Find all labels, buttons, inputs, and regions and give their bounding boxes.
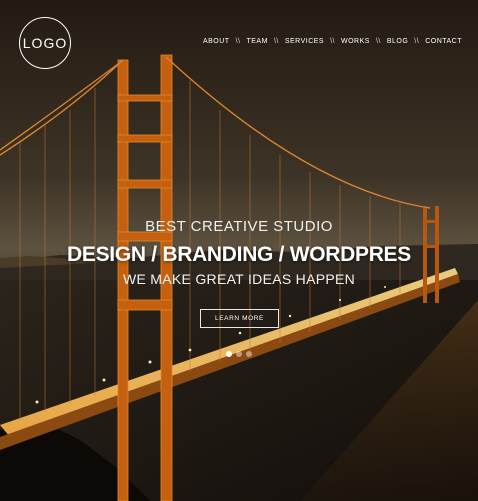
slider-dot-1[interactable] — [226, 351, 232, 357]
nav-separator: \\ — [375, 38, 381, 45]
slider-dot-3[interactable] — [246, 351, 252, 357]
nav-separator: \\ — [330, 38, 335, 45]
nav-item-contact[interactable]: CONTACT — [425, 38, 462, 45]
hero-text: BEST CREATIVE STUDIO DESIGN / BRANDING /… — [0, 218, 478, 287]
nav-item-services[interactable]: SERVICES — [285, 38, 324, 45]
nav-item-team[interactable]: TEAM — [246, 38, 267, 45]
main-menu: ABOUT \\ TEAM \\ SERVICES \\ WORKS \\ BL… — [203, 38, 462, 45]
hero-headline: DESIGN / BRANDING / WORDPRES — [67, 243, 411, 266]
logo-text: LOGO — [22, 35, 68, 51]
slider-dot-2[interactable] — [236, 351, 242, 357]
learn-more-button[interactable]: LEARN MORE — [200, 309, 279, 328]
hero-tagline: BEST CREATIVE STUDIO — [145, 218, 333, 235]
nav-separator: \\ — [235, 38, 241, 45]
logo[interactable]: LOGO — [19, 17, 71, 69]
nav-separator: \\ — [273, 38, 279, 45]
hero-subline: WE MAKE GREAT IDEAS HAPPEN — [122, 271, 356, 287]
nav-item-blog[interactable]: BLOG — [387, 38, 408, 45]
top-navigation: LOGO ABOUT \\ TEAM \\ SERVICES \\ WORKS … — [0, 0, 478, 90]
nav-item-works[interactable]: WORKS — [341, 38, 370, 45]
nav-item-about[interactable]: ABOUT — [203, 38, 230, 45]
nav-separator: \\ — [414, 38, 420, 45]
slider-pagination — [226, 351, 252, 357]
